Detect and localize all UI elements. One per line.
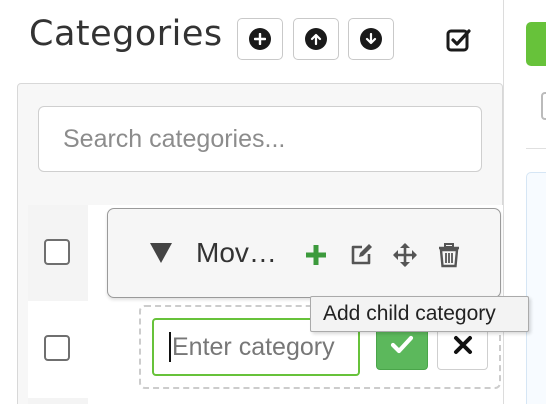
- right-column-green-button[interactable]: [526, 22, 546, 66]
- arrow-down-circle-icon: [360, 28, 382, 50]
- text-caret: [169, 332, 171, 362]
- move-icon[interactable]: [392, 242, 418, 268]
- checkbox-column: [28, 398, 88, 404]
- page-title: Categories: [29, 14, 223, 54]
- right-column-divider: [526, 148, 546, 149]
- check-icon: [390, 335, 414, 360]
- row-checkbox[interactable]: [44, 239, 70, 265]
- category-label: Mov…: [196, 237, 277, 268]
- right-column-checkbox[interactable]: [541, 92, 546, 120]
- new-row-checkbox[interactable]: [44, 335, 70, 361]
- column-divider: [503, 0, 504, 404]
- move-up-button[interactable]: [293, 18, 339, 60]
- expand-toggle-icon[interactable]: [150, 243, 172, 263]
- delete-icon[interactable]: [436, 242, 462, 268]
- tooltip: Add child category: [310, 296, 529, 332]
- move-down-button[interactable]: [348, 18, 394, 60]
- right-column-panel: [526, 172, 546, 404]
- add-root-category-button[interactable]: [237, 18, 283, 60]
- add-child-icon[interactable]: [303, 242, 329, 268]
- edit-icon[interactable]: [348, 242, 374, 268]
- close-icon: [453, 335, 473, 360]
- checkbox-checked-icon[interactable]: [445, 26, 473, 54]
- category-node[interactable]: Mov…: [107, 208, 501, 298]
- plus-circle-icon: [249, 28, 271, 50]
- arrow-up-circle-icon: [305, 28, 327, 50]
- search-input[interactable]: [38, 106, 482, 172]
